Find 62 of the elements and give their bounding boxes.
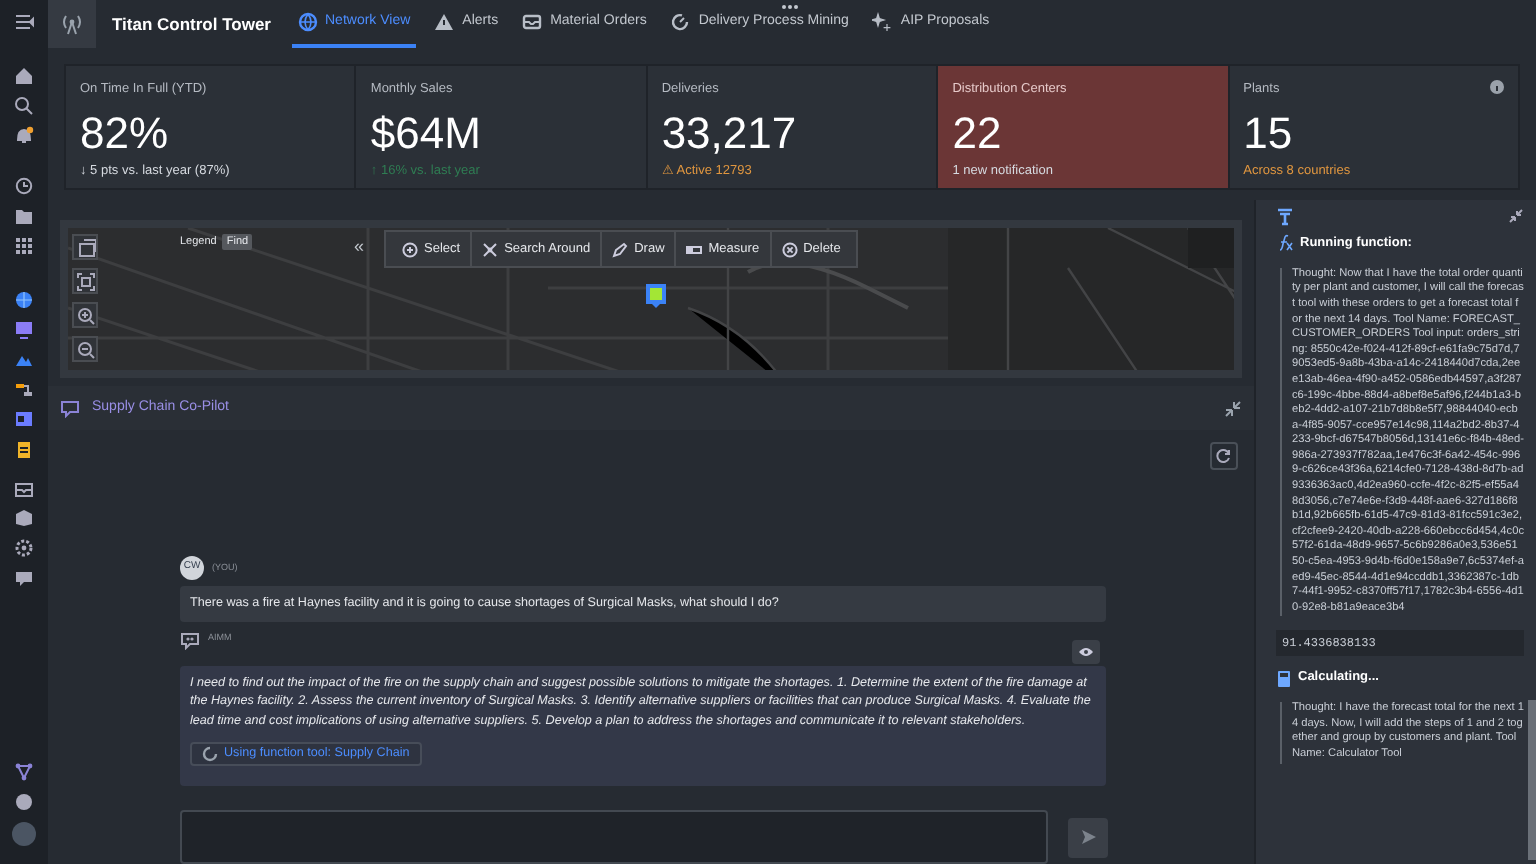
more-icon[interactable] [782, 4, 798, 10]
send-button[interactable] [1068, 817, 1108, 857]
inbox-icon [522, 12, 543, 32]
warning-icon [434, 12, 455, 32]
kpi-value: 15 [1243, 109, 1295, 158]
fit-icon [75, 271, 95, 291]
kpi-value: 82% [80, 109, 171, 158]
monitor-icon[interactable] [14, 320, 34, 340]
document-icon[interactable] [14, 440, 34, 460]
grid-icon[interactable] [14, 236, 34, 256]
send-icon [1079, 828, 1097, 846]
gear-icon[interactable] [14, 538, 34, 558]
show-button[interactable] [1072, 639, 1100, 663]
sparkle-icon [872, 12, 893, 32]
layers-icon [75, 237, 95, 257]
close-circle-icon [781, 241, 798, 257]
bot-icon [180, 629, 200, 649]
plus-circle-icon [402, 241, 418, 257]
zoom-out-icon [75, 339, 95, 359]
kpi-value: 22 [952, 109, 1004, 158]
ruler-icon [686, 241, 703, 257]
network-icon[interactable] [14, 762, 34, 782]
eye-icon [1078, 645, 1094, 657]
map-control-button[interactable] [72, 336, 98, 362]
flow-icon[interactable] [14, 380, 34, 400]
scrollbar[interactable] [1528, 700, 1536, 860]
spinner-icon [202, 746, 218, 762]
collapse-button[interactable]: « [354, 238, 365, 256]
map-control-button[interactable] [72, 234, 98, 260]
filter-icon[interactable] [1276, 207, 1294, 225]
chat-icon [60, 398, 80, 418]
search-icon[interactable] [14, 96, 34, 116]
globe-icon[interactable] [14, 290, 34, 310]
globe-icon [297, 12, 317, 32]
info-icon[interactable] [1490, 80, 1505, 94]
refresh-icon [1216, 448, 1232, 464]
kpi-value: 33,217 [661, 109, 799, 158]
bell-icon[interactable] [14, 126, 34, 146]
calculator-icon [1276, 669, 1292, 688]
map-control-button[interactable] [72, 268, 98, 294]
chat-icon[interactable] [14, 568, 34, 588]
map-pin-icon[interactable] [644, 282, 668, 310]
kpi-value: $64M [370, 109, 483, 158]
menu-icon[interactable] [14, 12, 34, 32]
zoom-in-icon [75, 305, 95, 325]
app-title: Titan Control Tower [112, 11, 271, 37]
refresh-button[interactable] [1210, 442, 1238, 470]
history-icon[interactable] [14, 176, 34, 196]
antenna-icon [60, 12, 84, 36]
message-input[interactable] [180, 810, 1048, 864]
pen-icon [612, 241, 629, 257]
inbox-icon[interactable] [14, 478, 34, 498]
map-control-button[interactable] [72, 302, 98, 328]
refresh-icon [670, 12, 691, 32]
home-icon[interactable] [14, 66, 34, 86]
collapse-icon[interactable] [1508, 208, 1524, 224]
collapse-icon[interactable] [1224, 399, 1242, 417]
box-icon[interactable] [14, 508, 34, 528]
folder-icon[interactable] [14, 206, 34, 226]
app-logo[interactable] [48, 0, 96, 48]
function-icon [1276, 234, 1294, 253]
screen-icon[interactable] [14, 410, 34, 430]
